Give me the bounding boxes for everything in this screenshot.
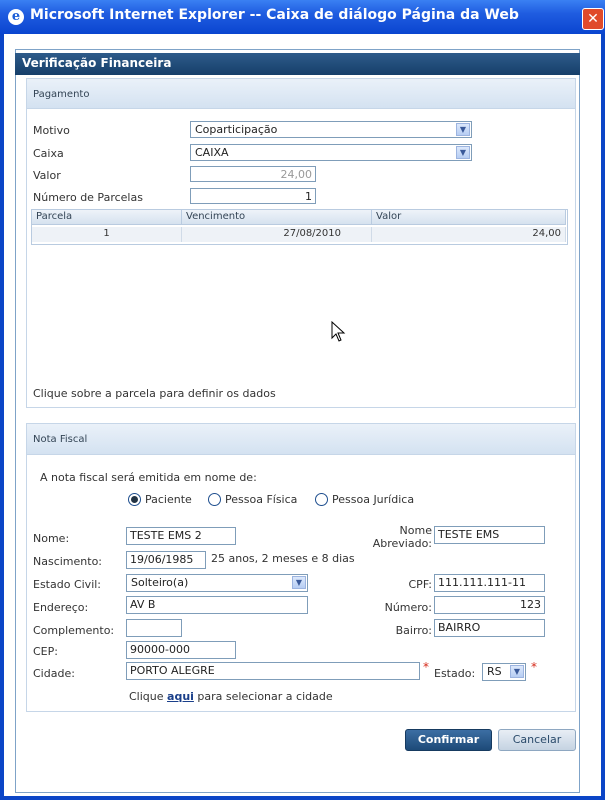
- nome-input[interactable]: TESTE EMS 2: [126, 527, 236, 545]
- cpf-label: CPF:: [408, 578, 433, 591]
- estado-civil-select-value: Solteiro(a): [131, 576, 189, 589]
- pagamento-panel-header: [27, 79, 575, 109]
- endereco-input[interactable]: AV B: [126, 596, 308, 614]
- window-close-button[interactable]: ✕: [582, 8, 604, 30]
- cidade-hint-after: para selecionar a cidade: [197, 690, 333, 703]
- pagamento-panel-title: Pagamento: [33, 89, 90, 100]
- chevron-down-icon[interactable]: ▼: [456, 146, 470, 159]
- radio-pessoa-fisica-label[interactable]: Pessoa Física: [225, 493, 297, 506]
- estado-select[interactable]: RS ▼: [482, 663, 526, 681]
- cidade-label: Cidade:: [33, 667, 75, 680]
- bairro-input[interactable]: BAIRRO: [434, 619, 545, 637]
- estado-label: Estado:: [434, 667, 476, 680]
- caixa-select[interactable]: CAIXA ▼: [190, 144, 472, 161]
- complemento-label: Complemento:: [33, 624, 115, 637]
- numero-parcelas-label: Número de Parcelas: [33, 191, 143, 204]
- cidade-input[interactable]: PORTO ALEGRE: [126, 662, 420, 680]
- cep-input[interactable]: 90000-000: [126, 641, 236, 659]
- radio-pessoa-juridica-label[interactable]: Pessoa Jurídica: [332, 493, 414, 506]
- complemento-input[interactable]: [126, 619, 182, 637]
- window-frame-bottom: [0, 796, 605, 800]
- table-cell-vencimento: 27/08/2010: [182, 227, 372, 242]
- nome-abreviado-input[interactable]: TESTE EMS: [434, 526, 545, 544]
- numero-parcelas-input[interactable]: 1: [190, 188, 316, 204]
- parcela-hint: Clique sobre a parcela para definir os d…: [33, 387, 276, 400]
- cpf-input[interactable]: 111.111.111-11: [434, 574, 545, 592]
- nota-emitida-label: A nota fiscal será emitida em nome de:: [40, 471, 257, 484]
- recipient-radio-group: Paciente Pessoa Física Pessoa Jurídica: [128, 491, 428, 507]
- table-cell-parcela: 1: [32, 227, 182, 242]
- selecionar-cidade-link[interactable]: aqui: [167, 690, 194, 703]
- dialog-title: Verificação Financeira: [22, 56, 172, 70]
- caixa-label: Caixa: [33, 147, 64, 160]
- confirmar-button[interactable]: Confirmar: [405, 729, 492, 751]
- nome-abreviado-label-line1: Nome: [399, 524, 432, 537]
- table-header-valor[interactable]: Valor: [372, 210, 566, 225]
- mouse-pointer-icon: [331, 321, 346, 342]
- chevron-down-icon[interactable]: ▼: [456, 123, 470, 136]
- nascimento-input[interactable]: 19/06/1985: [126, 551, 206, 569]
- cidade-hint-before: Clique: [129, 690, 164, 703]
- nome-label: Nome:: [33, 532, 70, 545]
- chevron-down-icon[interactable]: ▼: [510, 665, 524, 678]
- idade-text: 25 anos, 2 meses e 8 dias: [211, 552, 355, 565]
- table-cell-valor: 24,00: [372, 227, 566, 242]
- cancelar-button[interactable]: Cancelar: [498, 729, 576, 751]
- motivo-select[interactable]: Coparticipação ▼: [190, 121, 472, 138]
- numero-input[interactable]: 123: [434, 596, 545, 614]
- radio-pessoa-fisica[interactable]: [208, 493, 221, 506]
- window-title: Microsoft Internet Explorer -- Caixa de …: [30, 7, 519, 23]
- nota-fiscal-panel-header: [27, 424, 575, 455]
- estado-select-value: RS: [487, 665, 502, 678]
- motivo-label: Motivo: [33, 124, 70, 137]
- table-row[interactable]: 1 27/08/2010 24,00: [32, 226, 566, 242]
- bairro-label: Bairro:: [395, 624, 432, 637]
- valor-input[interactable]: 24,00: [190, 166, 316, 182]
- nascimento-label: Nascimento:: [33, 555, 103, 568]
- estado-civil-select[interactable]: Solteiro(a) ▼: [126, 574, 308, 592]
- cep-label: CEP:: [33, 645, 58, 658]
- endereco-label: Endereço:: [33, 601, 89, 614]
- radio-paciente[interactable]: [128, 493, 141, 506]
- chevron-down-icon[interactable]: ▼: [292, 576, 306, 589]
- estado-required-mark: *: [531, 660, 537, 674]
- cidade-required-mark: *: [423, 660, 429, 674]
- radio-paciente-label[interactable]: Paciente: [145, 493, 192, 506]
- motivo-select-value: Coparticipação: [195, 123, 278, 136]
- table-header-parcela[interactable]: Parcela: [32, 210, 182, 225]
- caixa-select-value: CAIXA: [195, 146, 229, 159]
- radio-pessoa-juridica[interactable]: [315, 493, 328, 506]
- nota-fiscal-panel-title: Nota Fiscal: [33, 434, 88, 445]
- window-frame-right: [601, 34, 605, 800]
- nome-abreviado-label-line2: Abreviado:: [372, 537, 432, 550]
- internet-explorer-icon: e: [8, 9, 24, 25]
- table-header-vencimento[interactable]: Vencimento: [182, 210, 372, 225]
- valor-label: Valor: [33, 169, 61, 182]
- numero-label: Número:: [384, 601, 432, 614]
- estado-civil-label: Estado Civil:: [33, 578, 102, 591]
- cidade-hint: Clique aqui para selecionar a cidade: [129, 690, 333, 703]
